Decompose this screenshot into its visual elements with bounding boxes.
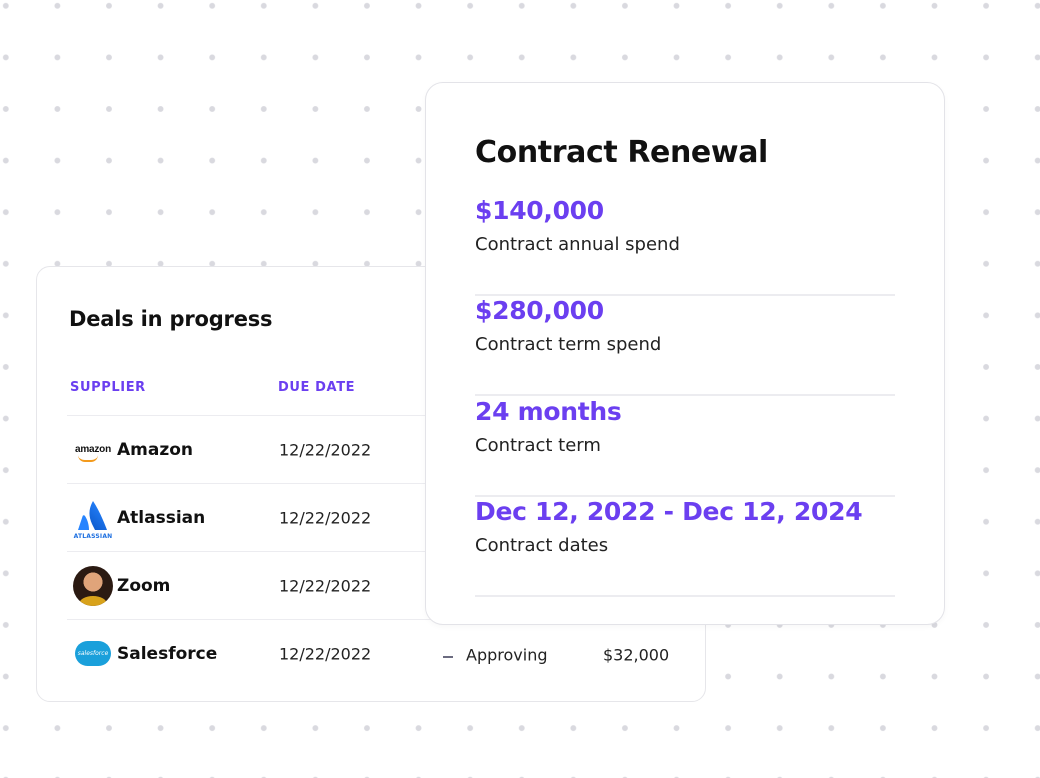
due-date: 12/22/2022 <box>279 508 372 527</box>
metric-value: $280,000 <box>475 296 604 325</box>
metric-label: Contract term <box>475 435 601 456</box>
metric-label: Contract dates <box>475 535 609 556</box>
status-dash-icon <box>443 655 453 658</box>
amount: $32,000 <box>603 645 670 665</box>
contract-title: Contract Renewal <box>475 135 768 170</box>
table-row[interactable]: salesforce Salesforce 12/22/2022 Approvi… <box>67 619 677 687</box>
supplier-name: Amazon <box>117 439 194 460</box>
due-date: 12/22/2022 <box>279 644 372 663</box>
deals-title: Deals in progress <box>69 307 273 331</box>
contract-renewal-card: Contract Renewal $140,000 Contract annua… <box>425 82 945 625</box>
metric-label: Contract annual spend <box>475 234 680 255</box>
due-date: 12/22/2022 <box>279 440 372 459</box>
metric-label: Contract term spend <box>475 334 662 355</box>
metric-value: Dec 12, 2022 - Dec 12, 2024 <box>475 497 863 526</box>
column-header-supplier[interactable]: SUPPLIER <box>70 380 146 395</box>
atlassian-logo-text: ATLASSIAN <box>73 532 113 540</box>
metric-value: $140,000 <box>475 196 604 225</box>
salesforce-logo-text: salesforce <box>77 650 109 657</box>
salesforce-logo-icon: salesforce <box>73 634 113 674</box>
amazon-logo-text: amazon <box>74 444 112 455</box>
metric-term-spend: $280,000 Contract term spend <box>475 296 895 396</box>
metric-contract-term: 24 months Contract term <box>475 397 895 497</box>
due-date: 12/22/2022 <box>279 576 372 595</box>
zoom-avatar <box>73 565 113 606</box>
supplier-name: Atlassian <box>117 507 206 528</box>
supplier-name: Zoom <box>117 575 171 596</box>
status-text: Approving <box>466 645 548 665</box>
amazon-logo-icon: amazon <box>73 430 113 470</box>
metric-contract-dates: Dec 12, 2022 - Dec 12, 2024 Contract dat… <box>475 497 895 597</box>
column-header-due-date[interactable]: DUE DATE <box>278 380 355 395</box>
atlassian-logo-icon: ATLASSIAN <box>73 498 113 540</box>
supplier-name: Salesforce <box>117 643 218 664</box>
metric-annual-spend: $140,000 Contract annual spend <box>475 196 895 296</box>
metric-value: 24 months <box>475 397 622 426</box>
